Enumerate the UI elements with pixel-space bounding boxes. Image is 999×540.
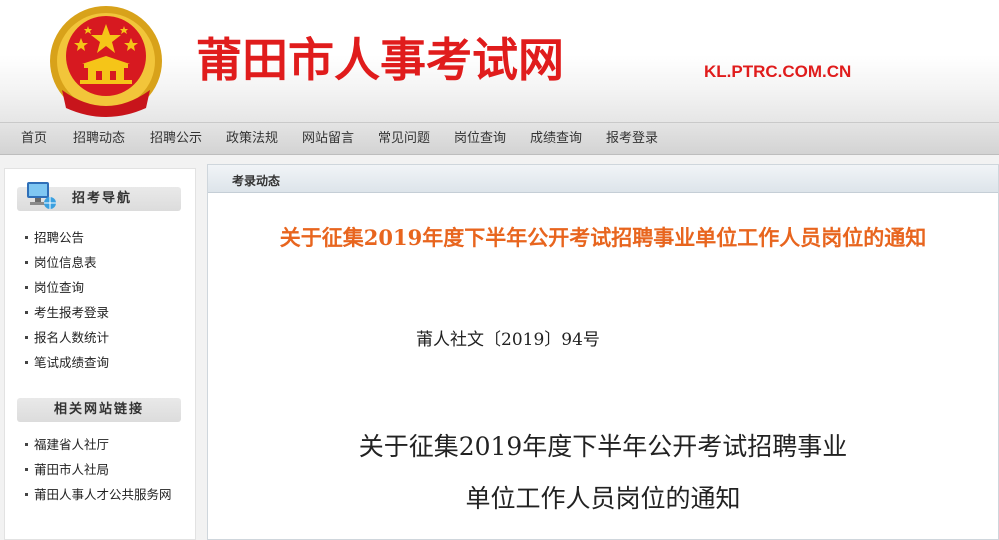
bullet [25, 236, 28, 239]
document-number: 莆人社文〔2019〕94号 [416, 330, 600, 350]
sidebar-nav-heading-label: 招考导航 [72, 191, 133, 206]
sidebar-item-position-query[interactable]: 岗位查询 [5, 275, 195, 300]
nav-home[interactable]: 首页 [21, 123, 47, 154]
bullet [25, 311, 28, 314]
nav-score-query[interactable]: 成绩查询 [530, 123, 582, 154]
section-label: 考录动态 [232, 174, 281, 188]
computer-icon [27, 182, 56, 209]
sidebar-item-registration-stats[interactable]: 报名人数统计 [5, 325, 195, 350]
site-url: KL.PTRC.COM.CN [704, 62, 852, 81]
sidebar-item-candidate-login[interactable]: 考生报考登录 [5, 300, 195, 325]
bullet [25, 336, 28, 339]
body-title: 关于征集2019年度下半年公开考试招聘事业 单位工作人员岗位的通知 [208, 421, 998, 525]
site-title: 莆田市人事考试网 [196, 33, 564, 87]
nav-position-query[interactable]: 岗位查询 [454, 123, 506, 154]
sidebar-links-heading: 相关网站链接 [17, 398, 181, 422]
body-title-line-2: 单位工作人员岗位的通知 [465, 484, 741, 513]
nav-policies[interactable]: 政策法规 [226, 123, 278, 154]
sidebar-nav-list: 招聘公告 岗位信息表 岗位查询 考生报考登录 报名人数统计 笔试成绩查询 [5, 225, 195, 375]
nav-recruitment-public[interactable]: 招聘公示 [150, 123, 202, 154]
link-putian-talent-service[interactable]: 莆田人事人才公共服务网 [5, 482, 195, 507]
link-fujian-hrss[interactable]: 福建省人社厅 [5, 432, 195, 457]
link-putian-hrss[interactable]: 莆田市人社局 [5, 457, 195, 482]
nav-exam-login[interactable]: 报考登录 [606, 123, 658, 154]
bullet [25, 286, 28, 289]
sidebar-item-written-scores[interactable]: 笔试成绩查询 [5, 350, 195, 375]
nav-faq[interactable]: 常见问题 [378, 123, 430, 154]
site-header: 莆田市人事考试网 KL.PTRC.COM.CN [0, 0, 999, 122]
sidebar-item-recruitment-notice[interactable]: 招聘公告 [5, 225, 195, 250]
sidebar: 招考导航 招聘公告 岗位信息表 岗位查询 考生报考登录 报名人数统计 笔试成绩查… [4, 168, 196, 540]
body-title-line-1: 关于征集2019年度下半年公开考试招聘事业 [358, 432, 848, 461]
bullet [25, 493, 28, 496]
main-nav: 首页 招聘动态 招聘公示 政策法规 网站留言 常见问题 岗位查询 成绩查询 报考… [0, 122, 999, 155]
nav-recruitment-news[interactable]: 招聘动态 [73, 123, 125, 154]
section-header: 考录动态 [208, 165, 998, 193]
article-title: 关于征集2019年度下半年公开考试招聘事业单位工作人员岗位的通知 [279, 225, 927, 250]
bullet [25, 468, 28, 471]
sidebar-nav-heading: 招考导航 [17, 182, 181, 211]
nav-message-board[interactable]: 网站留言 [302, 123, 354, 154]
bullet [25, 443, 28, 446]
sidebar-links-list: 福建省人社厅 莆田市人社局 莆田人事人才公共服务网 [5, 432, 195, 507]
main-content: 考录动态 关于征集2019年度下半年公开考试招聘事业单位工作人员岗位的通知 莆人… [207, 164, 999, 540]
sidebar-item-position-table[interactable]: 岗位信息表 [5, 250, 195, 275]
bullet [25, 261, 28, 264]
national-emblem-logo [50, 6, 162, 117]
sidebar-links-heading-label: 相关网站链接 [53, 402, 144, 417]
bullet [25, 361, 28, 364]
